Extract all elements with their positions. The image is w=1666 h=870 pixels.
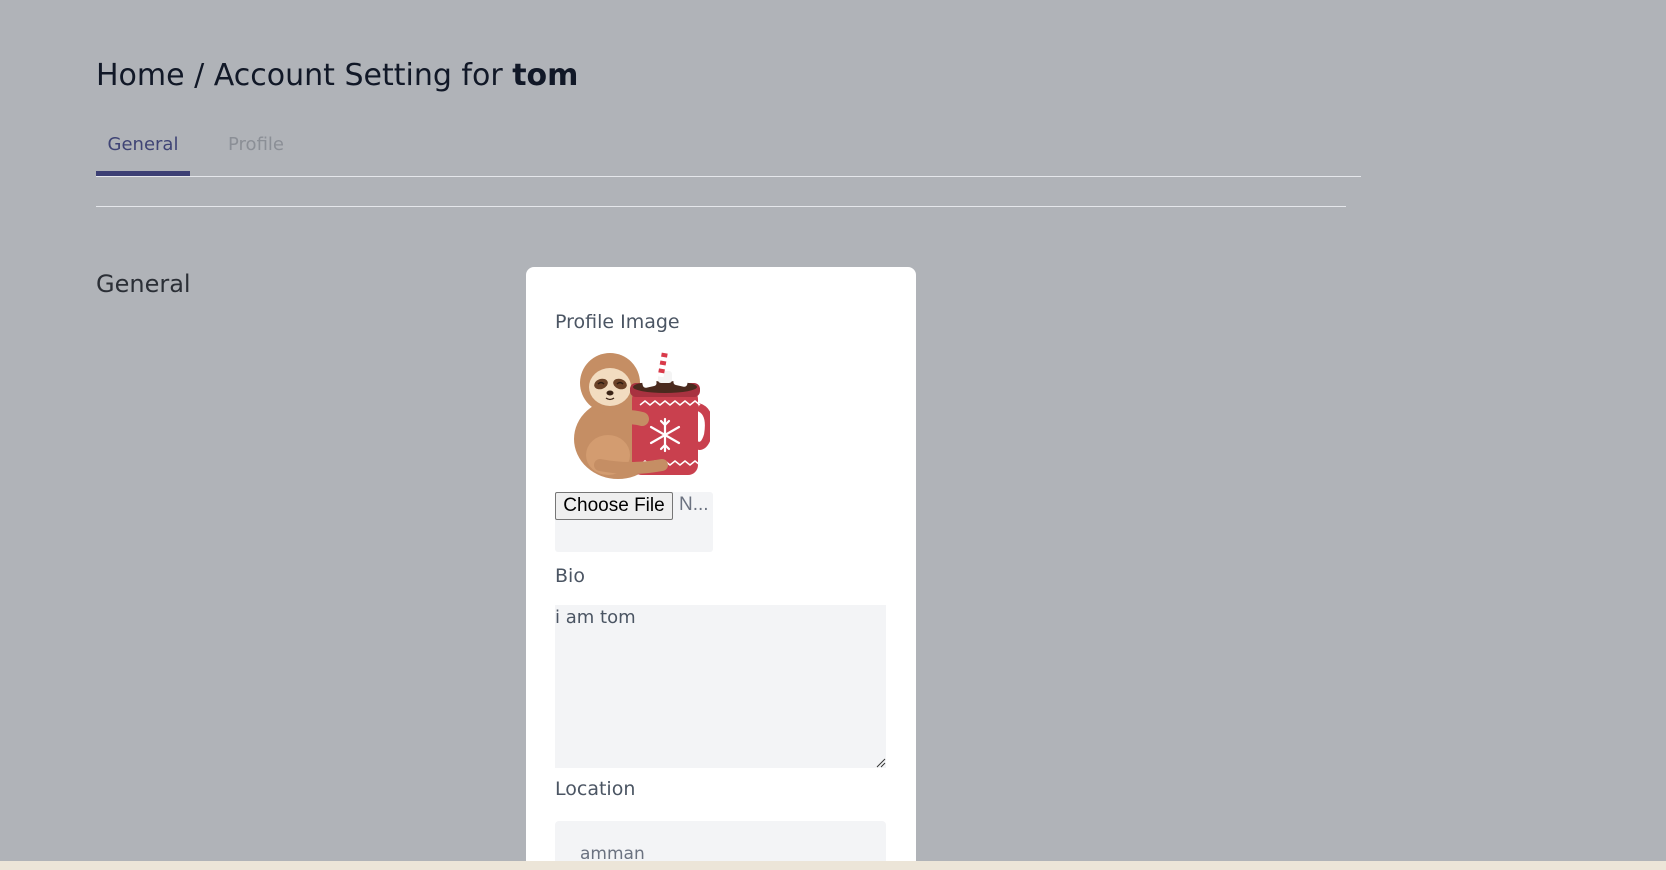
breadcrumb-username: tom [512, 58, 579, 93]
settings-tabs: General Profile [96, 125, 1361, 177]
location-label: Location [555, 778, 636, 800]
file-status-text: N... [679, 494, 709, 515]
bottom-bar [0, 861, 1666, 870]
breadcrumb-home[interactable]: Home [96, 58, 185, 93]
tab-profile[interactable]: Profile [216, 125, 296, 176]
section-divider [96, 206, 1346, 207]
breadcrumb: Home / Account Setting for tom [96, 58, 578, 93]
general-settings-card: Profile Image Choose File N... Bio i am … [526, 267, 916, 870]
tab-general[interactable]: General [96, 125, 190, 176]
file-input[interactable]: Choose File N... [555, 492, 713, 552]
sloth-with-cocoa-mug-icon [574, 348, 710, 479]
breadcrumb-prefix: Account Setting for [213, 58, 503, 93]
bio-label: Bio [555, 565, 585, 587]
breadcrumb-separator: / [194, 58, 205, 93]
choose-file-button[interactable]: Choose File [555, 492, 673, 520]
bio-textarea[interactable]: i am tom [555, 605, 886, 768]
section-title: General [96, 270, 191, 298]
profile-image-label: Profile Image [555, 311, 680, 333]
resize-handle-icon[interactable] [876, 758, 886, 768]
